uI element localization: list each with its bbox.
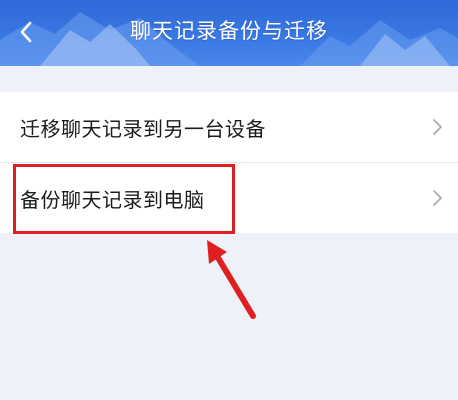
migrate-chat-history-item[interactable]: 迁移聊天记录到另一台设备 <box>0 92 458 162</box>
app-header: 聊天记录备份与迁移 <box>0 0 458 66</box>
content-area: 迁移聊天记录到另一台设备 备份聊天记录到电脑 <box>0 66 458 400</box>
page-title: 聊天记录备份与迁移 <box>130 19 328 43</box>
backup-chat-history-to-pc-item[interactable]: 备份聊天记录到电脑 <box>0 162 458 233</box>
list-item-label: 备份聊天记录到电脑 <box>20 187 205 212</box>
chevron-right-icon <box>433 119 442 135</box>
list-item-label: 迁移聊天记录到另一台设备 <box>20 116 266 141</box>
settings-list: 迁移聊天记录到另一台设备 备份聊天记录到电脑 <box>0 92 458 233</box>
chevron-right-icon <box>433 190 442 206</box>
